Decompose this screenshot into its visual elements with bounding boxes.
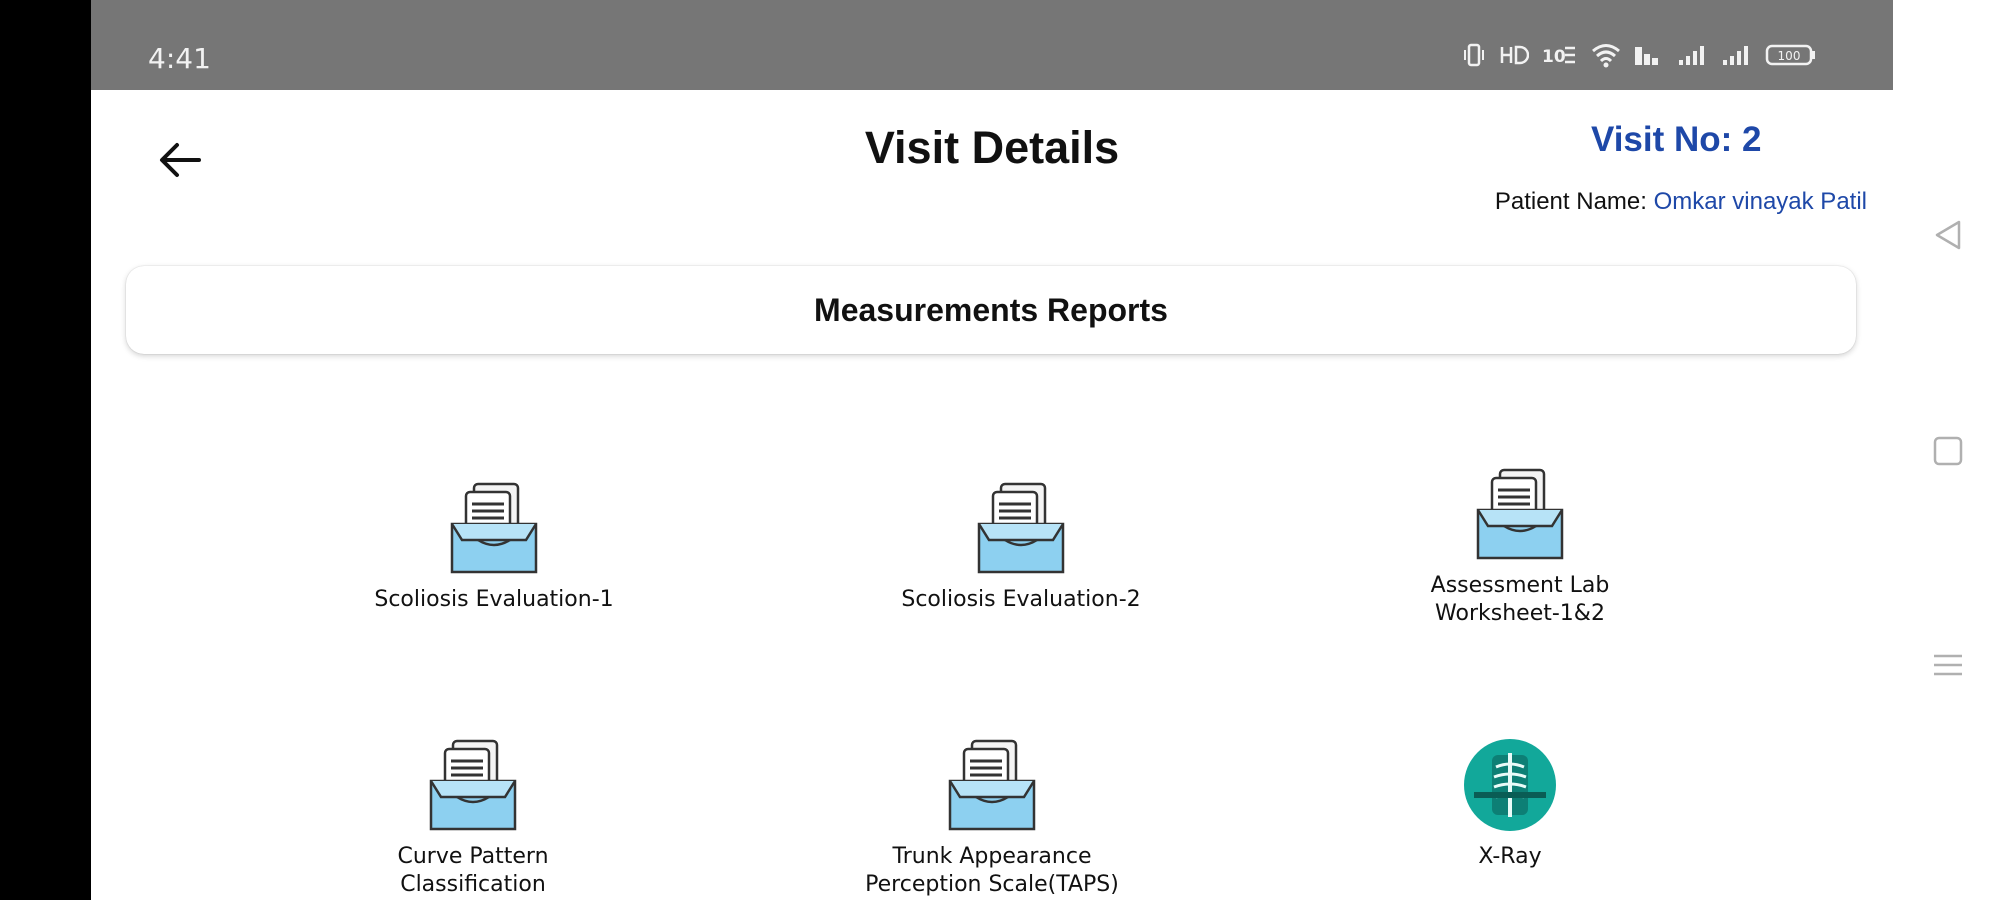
status-icons: 10 100 bbox=[1461, 40, 1817, 70]
tile-scoliosis-evaluation-1[interactable]: Scoliosis Evaluation-1 bbox=[334, 478, 654, 614]
tile-trunk-appearance-perception-scale[interactable]: Trunk Appearance Perception Scale(TAPS) bbox=[832, 735, 1152, 899]
tile-label: Scoliosis Evaluation-2 bbox=[901, 587, 1141, 612]
vibrate-icon bbox=[1464, 43, 1484, 67]
tile-label: Scoliosis Evaluation-1 bbox=[374, 587, 614, 612]
tile-label: Trunk Appearance Perception Scale(TAPS) bbox=[865, 844, 1119, 897]
left-black-bar bbox=[0, 0, 91, 900]
section-header-card: Measurements Reports bbox=[126, 266, 1856, 354]
visit-details-screen: Visit Details Visit No: 2 Patient Name: … bbox=[91, 90, 1893, 900]
hd-icon bbox=[1500, 45, 1529, 65]
system-nav-bar bbox=[1893, 0, 2003, 900]
report-box-icon bbox=[1476, 468, 1564, 560]
visit-number: Visit No: 2 bbox=[1591, 120, 1762, 159]
status-bar: 4:41 10 100 bbox=[91, 0, 1893, 90]
signal-icon-1 bbox=[1679, 46, 1704, 65]
patient-info: Patient Name: Omkar vinayak Patil bbox=[1495, 188, 1867, 216]
tile-x-ray[interactable]: X-Ray bbox=[1350, 735, 1670, 871]
volte-icon: 10 bbox=[1542, 46, 1575, 67]
tile-curve-pattern-classification[interactable]: Curve Pattern Classification bbox=[313, 735, 633, 899]
report-box-icon bbox=[450, 482, 538, 574]
signal-icon-2 bbox=[1723, 46, 1748, 65]
nav-back-icon[interactable] bbox=[1931, 218, 1965, 252]
patient-name: Omkar vinayak Patil bbox=[1653, 188, 1867, 215]
wifi-icon bbox=[1592, 44, 1620, 68]
nav-home-icon[interactable] bbox=[1931, 434, 1965, 468]
report-box-icon bbox=[977, 482, 1065, 574]
tile-label: X-Ray bbox=[1478, 844, 1542, 869]
data-signal-icon bbox=[1635, 47, 1658, 65]
nav-menu-icon[interactable] bbox=[1931, 648, 1965, 682]
tile-label: Assessment Lab Worksheet-1&2 bbox=[1430, 573, 1610, 626]
tile-assessment-lab-worksheet[interactable]: Assessment Lab Worksheet-1&2 bbox=[1360, 464, 1680, 628]
status-time: 4:41 bbox=[148, 42, 211, 75]
battery-icon: 100 bbox=[1765, 44, 1815, 66]
report-box-icon bbox=[429, 739, 517, 831]
tile-label: Curve Pattern Classification bbox=[397, 844, 549, 897]
section-title: Measurements Reports bbox=[814, 291, 1168, 328]
xray-icon bbox=[1464, 739, 1556, 831]
svg-text:10: 10 bbox=[1542, 47, 1566, 67]
patient-label: Patient Name: bbox=[1494, 188, 1647, 215]
tile-scoliosis-evaluation-2[interactable]: Scoliosis Evaluation-2 bbox=[861, 478, 1181, 614]
battery-level: 100 bbox=[1778, 49, 1801, 63]
report-box-icon bbox=[948, 739, 1036, 831]
